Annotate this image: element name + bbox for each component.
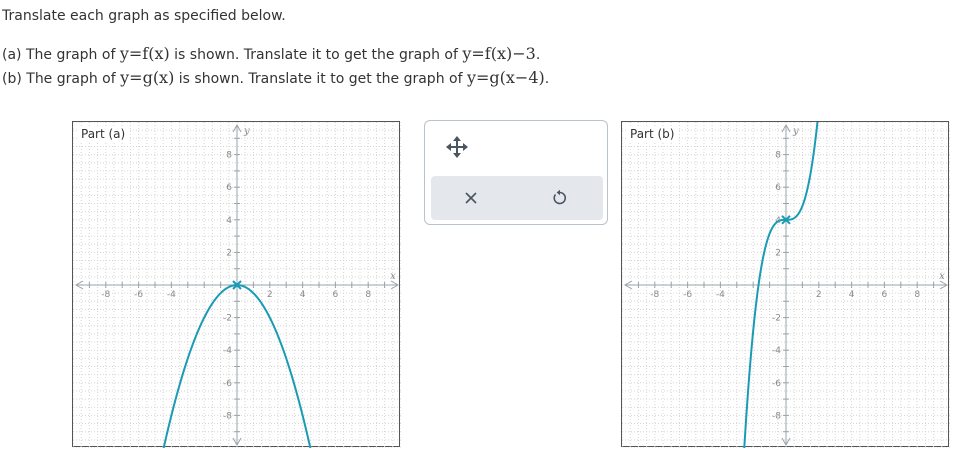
graph-a-x-tick-label: -4 — [167, 290, 176, 300]
part-b-prompt: (b) The graph of y=g(x) is shown. Transl… — [2, 68, 549, 87]
graph-a-y-tick-label: 6 — [226, 183, 232, 193]
part-a-suffix: . — [535, 47, 541, 63]
part-a-middle: is shown. Translate it to get the graph … — [169, 47, 463, 63]
graph-a-x-tick-label: -8 — [101, 290, 110, 300]
undo-icon[interactable] — [545, 184, 575, 212]
graph-toolbox — [424, 120, 608, 225]
graph-part-b[interactable]: Part (b) -8 -6 -4 2 4 6 8 8 6 4 2 -2 -4 -6 -8 x y — [621, 121, 950, 448]
action-bar — [431, 176, 603, 220]
graph-b-x-tick-label: 8 — [914, 290, 920, 300]
graph-b-y-tick-label: -6 — [772, 379, 781, 389]
graph-a-x-tick-label: -6 — [134, 290, 143, 300]
graph-a-y-tick-label: 4 — [226, 216, 232, 226]
graph-b-y-axis-label: y — [792, 126, 799, 137]
graph-b-y-tick-label: 8 — [775, 151, 781, 161]
graph-a-x-axis-label: x — [390, 271, 396, 282]
graph-a-y-tick-label: -6 — [223, 379, 232, 389]
graph-b-y-tick-label: -2 — [772, 314, 781, 324]
graph-a-x-tick-label: 2 — [267, 290, 273, 300]
graph-b-y-tick-label: 2 — [775, 248, 781, 258]
part-b-target-function: y=g(x−4) — [466, 68, 545, 87]
graph-a-y-tick-label: -8 — [223, 411, 232, 421]
graph-b-x-tick-label: 6 — [882, 290, 888, 300]
part-b-prefix: (b) The graph of — [2, 71, 121, 87]
graph-a-x-tick-label: 4 — [300, 290, 306, 300]
close-icon[interactable] — [456, 184, 486, 212]
graph-part-b-label: Part (b) — [626, 126, 679, 142]
graph-a-y-tick-label: 2 — [226, 248, 232, 258]
graph-b-y-tick-label: -8 — [772, 411, 781, 421]
graph-part-a-label: Part (a) — [77, 126, 130, 142]
part-a-given-function: y=f(x) — [119, 44, 170, 63]
graph-a-x-tick-label: 8 — [365, 290, 371, 300]
graph-b-x-tick-label: -8 — [650, 290, 659, 300]
graph-part-a[interactable]: Part (a) -8 -6 -4 2 4 6 8 8 6 4 2 -2 -4 -6 -8 x y — [72, 121, 401, 448]
graph-b-y-tick-label: 6 — [775, 183, 781, 193]
part-b-middle: is shown. Translate it to get the graph … — [174, 71, 467, 87]
graph-b-x-axis-label: x — [939, 271, 945, 282]
graph-b-y-tick-label: -4 — [772, 346, 781, 356]
graph-b-x-tick-label: -6 — [683, 290, 692, 300]
part-a-prefix: (a) The graph of — [2, 47, 120, 63]
part-a-target-function: y=f(x)−3 — [462, 44, 536, 63]
graph-a-x-tick-label: 6 — [333, 290, 339, 300]
graph-b-x-tick-label: -4 — [716, 290, 725, 300]
graph-part-a-canvas[interactable]: -8 -6 -4 2 4 6 8 8 6 4 2 -2 -4 -6 -8 x y — [73, 122, 401, 448]
graph-a-y-tick-label: 8 — [226, 151, 232, 161]
graph-a-y-axis-label: y — [243, 126, 250, 137]
move-arrows-icon[interactable] — [443, 133, 471, 161]
graph-b-x-tick-label: 2 — [816, 290, 822, 300]
graph-b-x-tick-label: 4 — [849, 290, 855, 300]
graph-a-y-tick-label: -2 — [223, 314, 232, 324]
part-b-given-function: y=g(x) — [120, 68, 175, 87]
graph-a-y-tick-label: -4 — [223, 346, 232, 356]
instructions: Translate each graph as specified below. — [2, 8, 286, 24]
graph-part-b-canvas[interactable]: -8 -6 -4 2 4 6 88642-2-4-6-8xy — [622, 122, 950, 448]
part-a-prompt: (a) The graph of y=f(x) is shown. Transl… — [2, 44, 540, 63]
part-b-suffix: . — [544, 71, 550, 87]
